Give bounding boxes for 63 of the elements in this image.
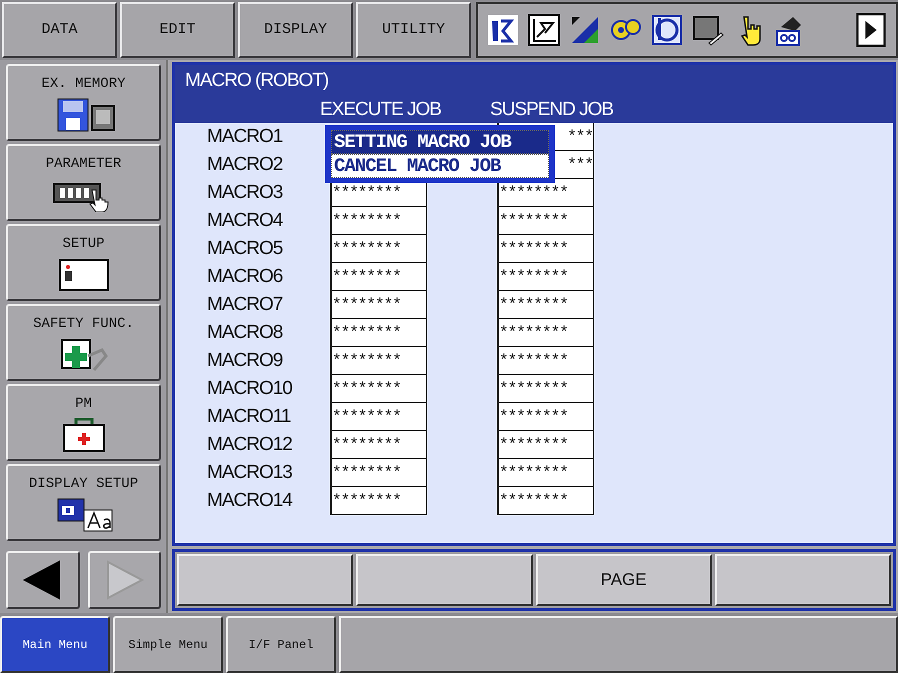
macro-name: MACRO9 [206,348,284,373]
sidebar-button[interactable]: PM [6,384,161,461]
macro-name: MACRO5 [206,236,284,261]
suspend-job-field[interactable]: ******** [497,207,594,235]
macro-name: MACRO8 [206,320,284,345]
suspend-job-field[interactable]: ******** [497,487,594,515]
suspend-job-field[interactable]: ******** [497,403,594,431]
execute-job-field[interactable]: ******** [330,207,427,235]
function-key[interactable] [356,554,532,606]
macro-name: MACRO1 [206,124,284,149]
suspend-job-field[interactable]: ******** [497,319,594,347]
execute-job-field[interactable]: ******** [330,235,427,263]
function-key[interactable] [714,554,891,606]
suspend-job-field[interactable]: ******** [497,263,594,291]
menu-item[interactable]: SETTING MACRO JOB [331,130,549,154]
column-header: SUSPEND JOB [490,98,614,122]
execute-job-field[interactable]: ******** [330,319,427,347]
execute-job-field[interactable]: ******** [330,263,427,291]
suspend-job-field[interactable]: ******** [497,179,594,207]
sidebar-button[interactable]: SAFETY FUNC. [6,304,161,381]
suspend-job-field[interactable]: ******** [497,459,594,487]
execute-job-field[interactable]: ******** [330,291,427,319]
macro-name: MACRO10 [206,376,293,401]
execute-job-field[interactable]: ******** [330,431,427,459]
function-key[interactable]: PAGE [536,554,712,606]
macro-name: MACRO14 [206,488,294,513]
play-icon[interactable] [854,13,888,47]
execute-job-field[interactable]: ******** [330,375,427,403]
suspend-job-field[interactable]: ******** [497,235,594,263]
menu-tab[interactable]: I/F Panel [226,616,336,673]
panel-title: MACRO (ROBOT) [185,69,330,93]
macro-name: MACRO2 [206,152,284,177]
menu-button[interactable]: EDIT [120,2,235,58]
execute-job-field[interactable]: ******** [330,487,427,515]
sidebar-button[interactable]: SETUP [6,224,161,301]
chart-icon[interactable] [527,13,561,47]
macro-name: MACRO4 [206,208,284,233]
menu-button[interactable]: UTILITY [356,2,471,58]
suspend-job-field[interactable]: ******** [497,431,594,459]
menu-tab[interactable]: Simple Menu [113,616,223,673]
suspend-job-field[interactable]: ******** [497,375,594,403]
previous-button[interactable] [6,551,80,609]
menu-button[interactable]: DATA [2,2,117,58]
macro-name: MACRO12 [206,432,293,457]
sidebar-button[interactable]: EX. MEMORY [6,64,161,141]
macro-name: MACRO7 [206,292,284,317]
menu-item[interactable]: CANCEL MACRO JOB [331,154,549,178]
menu-tab[interactable]: Main Menu [0,616,110,673]
execute-job-field[interactable]: ******** [330,403,427,431]
sidebar-button[interactable]: PARAMETER [6,144,161,221]
function-key[interactable] [177,554,354,606]
execute-job-field[interactable]: ******** [330,347,427,375]
macro-name: MACRO11 [206,404,292,429]
suspend-job-field[interactable]: ******** [497,291,594,319]
macro-name: MACRO3 [206,180,284,205]
macro-name: MACRO6 [206,264,284,289]
sidebar-button[interactable]: DISPLAY SETUP [6,464,161,541]
column-header: EXECUTE JOB [320,98,442,122]
screen-pen-icon[interactable] [691,13,725,47]
menu-button[interactable]: DISPLAY [238,2,353,58]
macro-name: MACRO13 [206,460,293,485]
execute-job-field[interactable]: ******** [330,459,427,487]
suspend-job-field[interactable]: ******** [497,347,594,375]
